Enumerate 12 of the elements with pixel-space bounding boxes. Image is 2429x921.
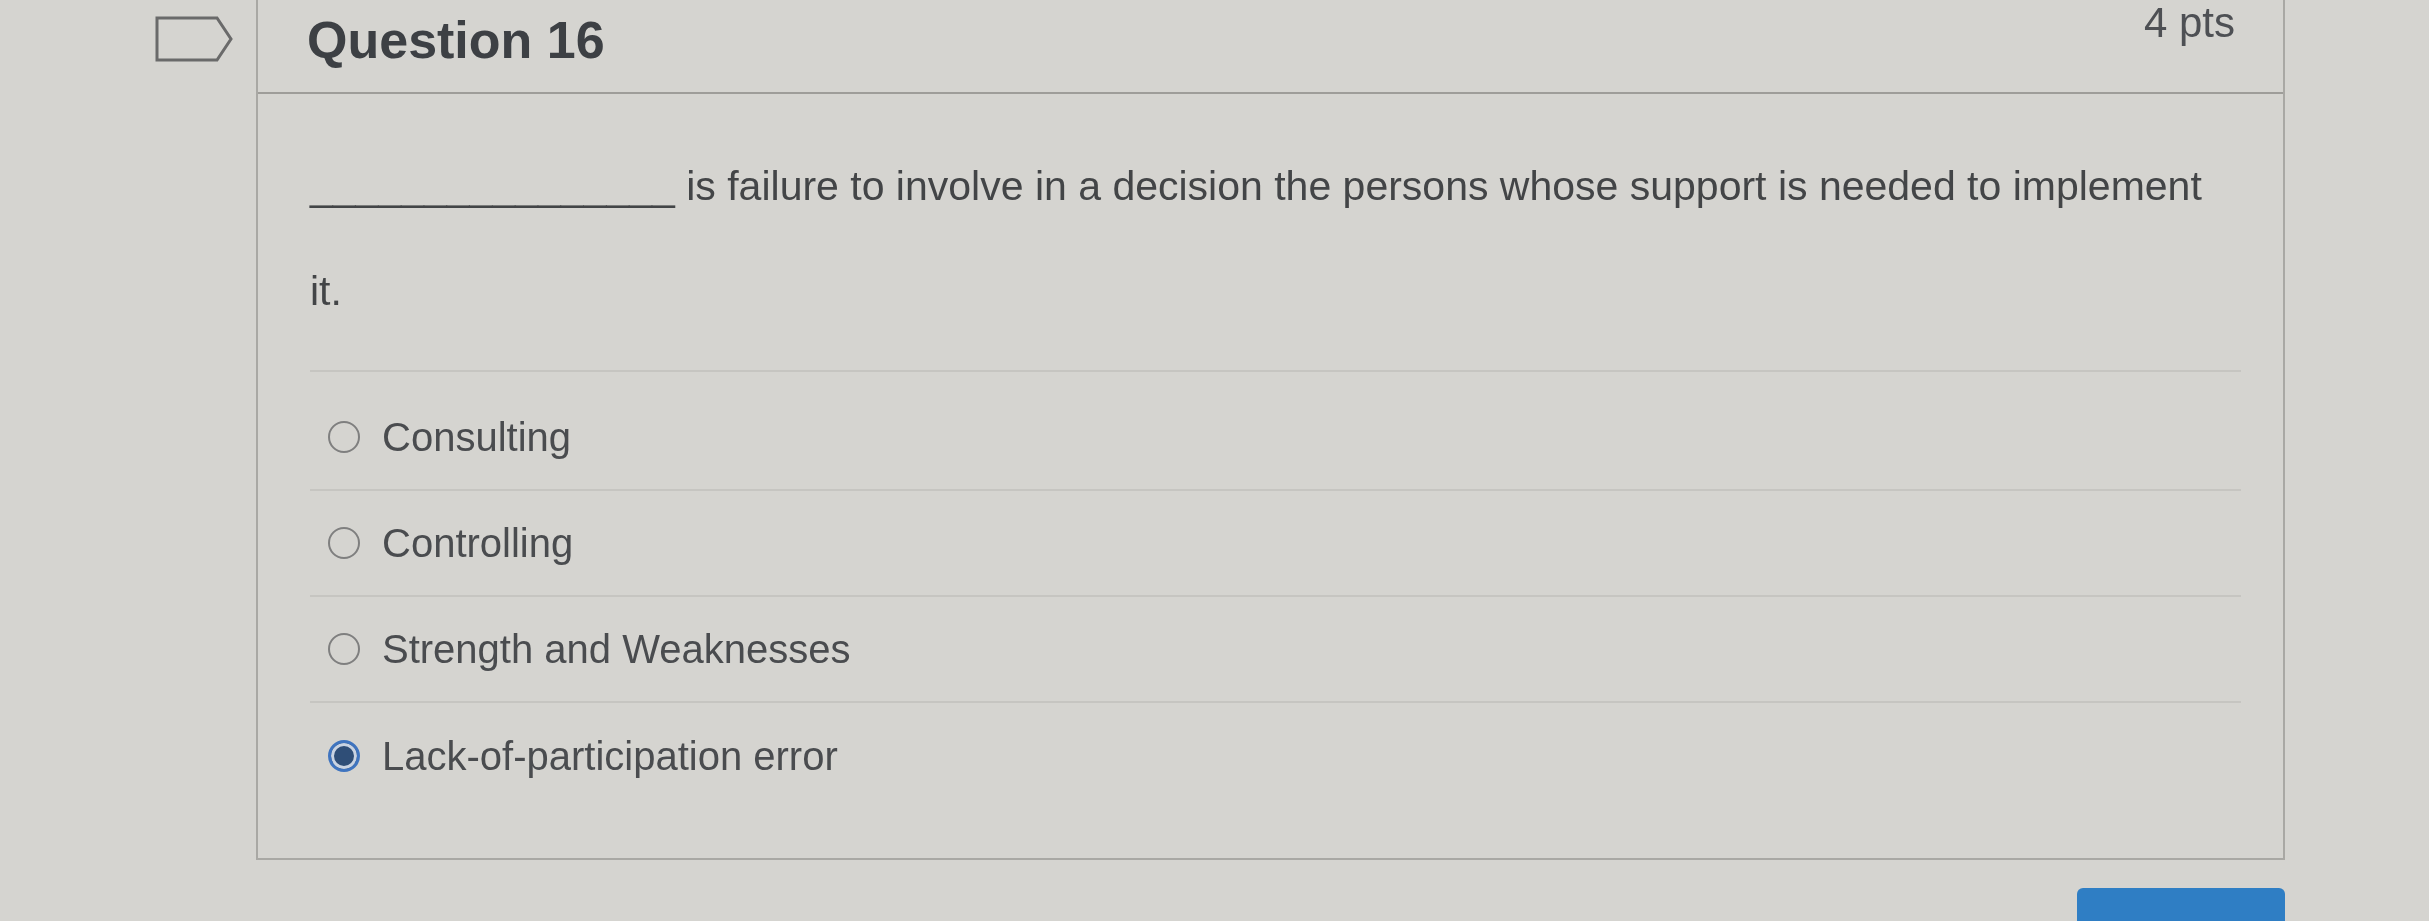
points-value: 4 pts bbox=[2143, 0, 2235, 46]
question-title: Question 16 bbox=[307, 10, 605, 68]
radio-button[interactable] bbox=[328, 633, 360, 665]
radio-button[interactable] bbox=[328, 740, 360, 772]
answer-label[interactable]: Strength and Weaknesses bbox=[382, 625, 851, 673]
answer-label[interactable]: Controlling bbox=[382, 519, 574, 567]
answer-label[interactable]: Consulting bbox=[382, 413, 571, 461]
radio-button[interactable] bbox=[328, 421, 360, 453]
radio-button[interactable] bbox=[328, 527, 360, 559]
answer-label[interactable]: Lack-of-participation error bbox=[382, 732, 838, 780]
question-text: ________________ is failure to involve in a decision the persons whose support is needed to implement it. bbox=[310, 162, 2203, 316]
tag-icon[interactable] bbox=[155, 16, 233, 62]
